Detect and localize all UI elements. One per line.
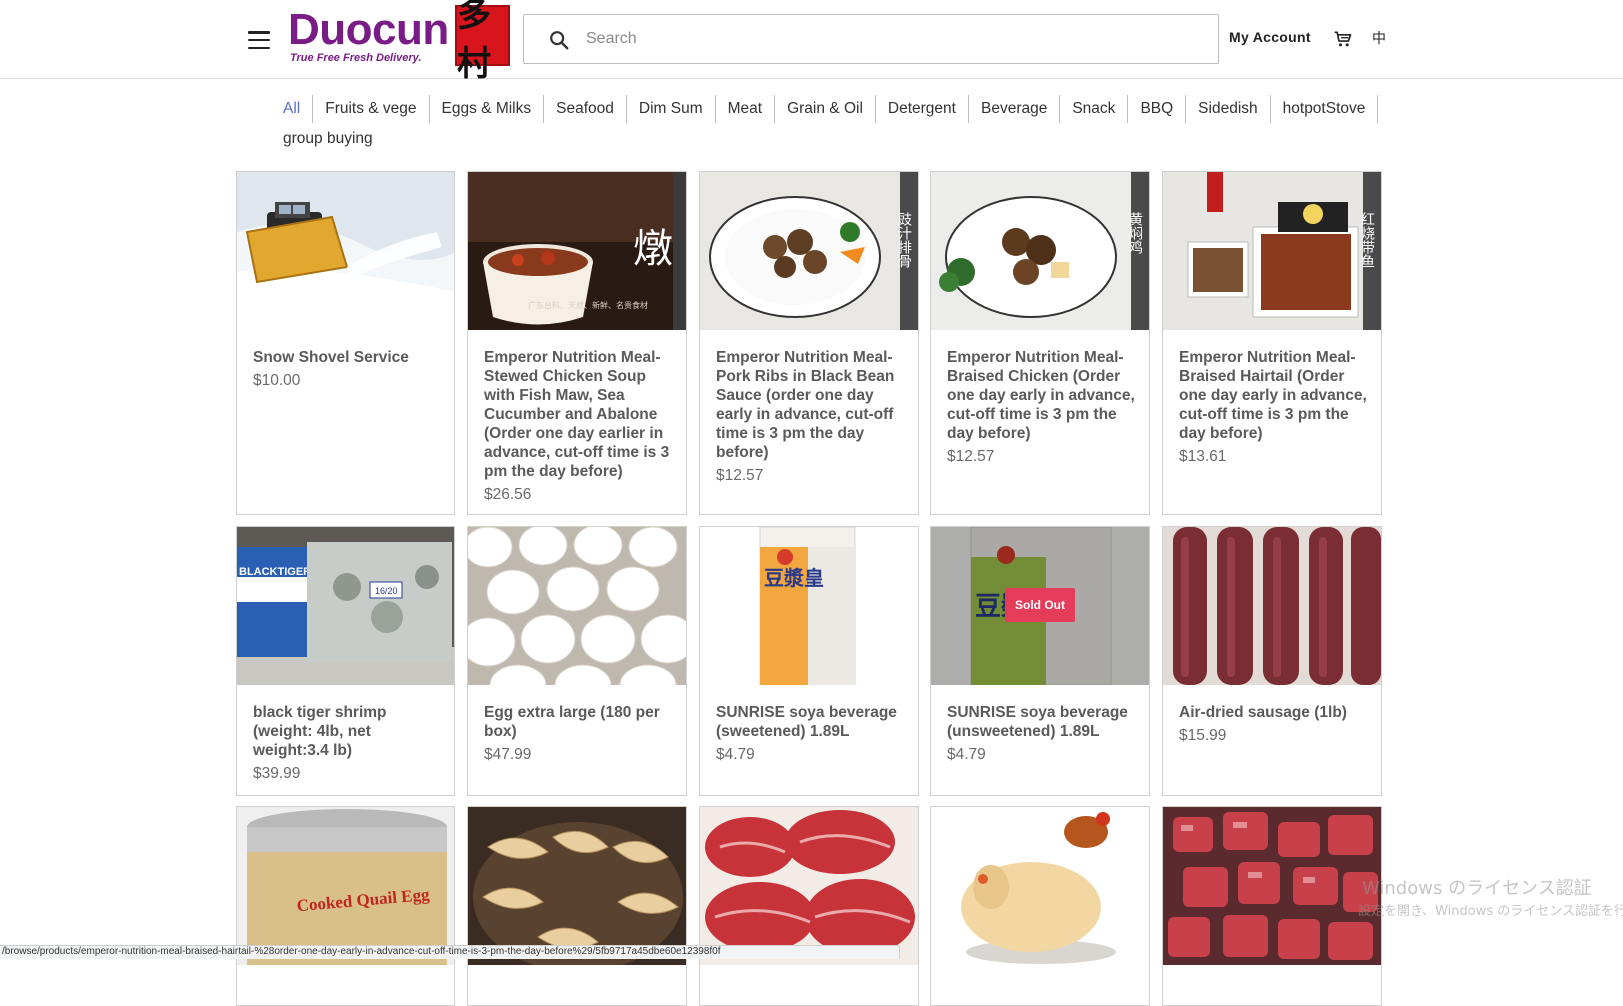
product-price: $4.79 [947,746,986,763]
product-name: SUNRISE soya beverage (unsweetened) 1.89… [947,704,1128,740]
product-image: 黄焖鸡 [931,172,1149,330]
image-tag: 16/20 [375,586,398,596]
product-card-eggs[interactable]: Egg extra large (180 per box) $47.99 [467,526,687,796]
image-text: BLACKTIGER [239,566,311,578]
product-image: 豉汁排骨 [700,172,918,330]
product-card-beef-cubes[interactable] [1162,806,1382,1006]
category-tab-bbq[interactable]: BBQ [1128,95,1187,123]
product-name: Emperor Nutrition Meal-Braised Hairtail … [1179,349,1367,442]
shopping-cart-icon[interactable] [1333,29,1353,49]
product-card-braised-hairtail[interactable]: 红烧带鱼 Emperor Nutrition Meal-Braised Hair… [1162,171,1382,515]
category-tab-eggs-milks[interactable]: Eggs & Milks [430,95,545,123]
duocun-logo[interactable]: Duocun True Free Fresh Delivery. 多村 [288,0,510,84]
product-card-whole-chicken[interactable] [930,806,1150,1006]
image-text: 豉汁排骨 [896,212,912,268]
product-image: 燉 广东台料、天然、新鲜、名贵食材 [468,172,686,330]
product-price: $4.79 [716,746,755,763]
category-tab-group-buying[interactable]: group buying [283,129,385,153]
product-image: Cooked Quail Egg [237,807,454,965]
image-text: 红烧带鱼 [1359,212,1375,268]
windows-activation-watermark-detail: 設定を開き、Windows のライセンス認証を行 [1358,904,1623,919]
product-price: $26.56 [484,486,532,503]
category-tab-grain-oil[interactable]: Grain & Oil [775,95,876,123]
product-image [700,807,918,965]
product-price: $39.99 [253,765,301,782]
category-tab-beverage[interactable]: Beverage [969,95,1061,123]
my-account-link[interactable]: My Account [1229,29,1311,45]
category-tab-all[interactable]: All [283,95,314,123]
hamburger-menu-icon[interactable] [248,31,270,49]
product-price: $10.00 [253,372,301,389]
search-icon [550,31,569,50]
product-name: Snow Shovel Service [253,349,409,366]
product-image [468,807,686,965]
product-image [1163,527,1381,685]
product-price: $47.99 [484,746,532,763]
category-tab-hotpotstove[interactable]: hotpotStove [1271,95,1379,123]
product-name: black tiger shrimp (weight: 4lb, net wei… [253,704,387,759]
product-image: 豆漿皇 [700,527,918,685]
product-card-black-tiger-shrimp[interactable]: BLACKTIGER 16/20 black tiger shrimp (wei… [236,526,455,796]
category-tab-detergent[interactable]: Detergent [876,95,969,123]
product-name: Emperor Nutrition Meal-Pork Ribs in Blac… [716,349,895,461]
product-card-braised-chicken[interactable]: 黄焖鸡 Emperor Nutrition Meal-Braised Chick… [930,171,1150,515]
category-nav: All Fruits & vege Eggs & Milks Seafood D… [283,95,1393,153]
product-image: 红烧带鱼 [1163,172,1381,330]
image-text: 豆漿皇 [764,566,824,590]
product-image: 豆漿皇 Sold Out [931,527,1149,685]
product-price: $13.61 [1179,448,1227,465]
product-image [237,172,454,330]
sold-out-badge: Sold Out [1005,588,1075,622]
product-card-sliced-beef[interactable] [699,806,919,1006]
product-name: Emperor Nutrition Meal-Braised Chicken (… [947,349,1135,442]
product-card-snow-shovel[interactable]: Snow Shovel Service $10.00 [236,171,455,515]
product-card-soya-unsweetened[interactable]: 豆漿皇 Sold Out SUNRISE soya beverage (unsw… [930,526,1150,796]
product-image [931,807,1149,965]
logo-wordmark: Duocun [288,5,449,54]
product-name: Emperor Nutrition Meal-Stewed Chicken So… [484,349,670,480]
product-card-pork-ribs[interactable]: 豉汁排骨 Emperor Nutrition Meal-Pork Ribs in… [699,171,919,515]
product-name: Air-dried sausage (1lb) [1179,704,1347,721]
image-text: 燉 [633,226,673,272]
product-card-dumplings[interactable] [467,806,687,1006]
category-tab-seafood[interactable]: Seafood [544,95,627,123]
logo-tagline: True Free Fresh Delivery. [290,52,422,64]
product-name: Egg extra large (180 per box) [484,704,660,740]
search-box[interactable] [523,14,1219,64]
product-image [468,527,686,685]
language-toggle[interactable]: 中 [1372,28,1386,48]
product-price: $12.57 [947,448,995,465]
product-price: $15.99 [1179,727,1227,744]
image-text: 黄焖鸡 [1127,211,1143,254]
browser-status-url: /browse/products/emperor-nutrition-meal-… [0,945,900,959]
logo-seal: 多村 [455,0,510,84]
product-image [1163,807,1381,965]
category-tab-dim-sum[interactable]: Dim Sum [627,95,716,123]
product-price: $12.57 [716,467,764,484]
windows-activation-watermark: Windows のライセンス認証 [1362,878,1592,899]
product-card-soya-sweetened[interactable]: 豆漿皇 SUNRISE soya beverage (sweetened) 1.… [699,526,919,796]
image-caption: 广东台料、天然、新鲜、名贵食材 [528,300,648,310]
top-header: Duocun True Free Fresh Delivery. 多村 My A… [0,0,1623,84]
product-image: BLACKTIGER 16/20 [237,527,454,685]
product-name: SUNRISE soya beverage (sweetened) 1.89L [716,704,897,740]
category-tab-sidedish[interactable]: Sidedish [1186,95,1271,123]
product-card-air-dried-sausage[interactable]: Air-dried sausage (1lb) $15.99 [1162,526,1382,796]
category-tab-fruits-vege[interactable]: Fruits & vege [313,95,430,123]
search-input[interactable] [586,23,1186,55]
category-tab-meat[interactable]: Meat [716,95,776,123]
product-card-quail-eggs[interactable]: Cooked Quail Egg [236,806,455,1006]
product-card-chicken-soup[interactable]: 燉 广东台料、天然、新鲜、名贵食材 Emperor Nutrition Meal… [467,171,687,515]
category-tab-snack[interactable]: Snack [1060,95,1129,123]
